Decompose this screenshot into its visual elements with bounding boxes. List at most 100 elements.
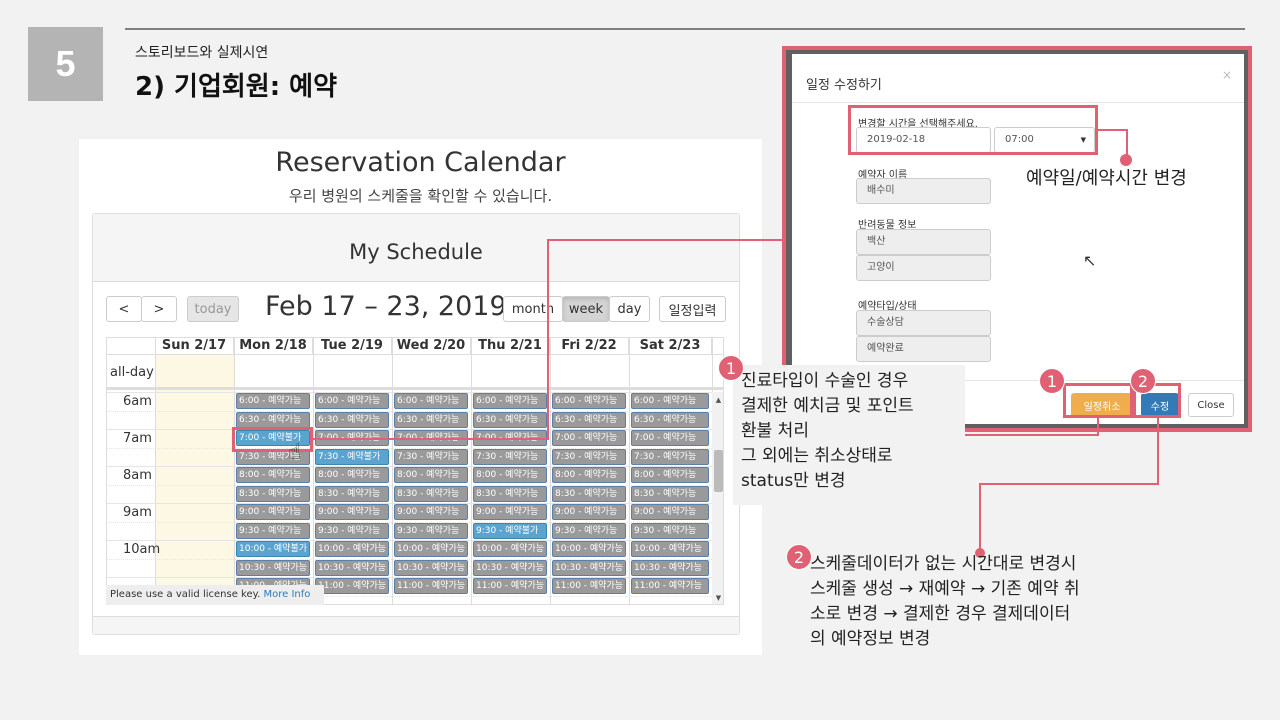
day-header: Fri 2/22 bbox=[550, 338, 629, 354]
schedule-event[interactable]: 10:30 - 예약가능 bbox=[236, 560, 310, 576]
cancel-button-highlight bbox=[1063, 383, 1133, 418]
today-button[interactable]: today bbox=[187, 296, 239, 322]
next-button[interactable]: > bbox=[141, 296, 177, 322]
schedule-event[interactable]: 10:30 - 예약가능 bbox=[315, 560, 389, 576]
schedule-event[interactable]: 6:00 - 예약가능 bbox=[315, 393, 389, 409]
schedule-event[interactable]: 9:30 - 예약가능 bbox=[394, 523, 468, 539]
date-range: Feb 17 – 23, 2019 bbox=[265, 291, 507, 322]
schedule-event[interactable]: 8:30 - 예약가능 bbox=[631, 486, 709, 502]
schedule-event[interactable]: 6:30 - 예약가능 bbox=[631, 412, 709, 428]
connector-line bbox=[313, 438, 549, 440]
schedule-event[interactable]: 6:00 - 예약가능 bbox=[394, 393, 468, 409]
scroll-thumb[interactable] bbox=[714, 450, 723, 492]
datetime-annotation: 예약일/예약시간 변경 bbox=[1026, 168, 1187, 189]
schedule-event[interactable]: 9:30 - 예약가능 bbox=[315, 523, 389, 539]
schedule-event[interactable]: 10:00 - 예약불가 bbox=[236, 541, 310, 557]
arrow-cursor-icon: ↖ bbox=[1083, 251, 1097, 270]
add-schedule-button[interactable]: 일정입력 bbox=[659, 296, 726, 322]
column-divider bbox=[629, 338, 630, 604]
schedule-event[interactable]: 11:00 - 예약가능 bbox=[315, 578, 389, 594]
schedule-event[interactable]: 10:00 - 예약가능 bbox=[631, 541, 709, 557]
scroll-down-icon[interactable]: ▼ bbox=[712, 592, 723, 604]
name-field: 배수미 bbox=[856, 178, 991, 204]
schedule-event[interactable]: 7:30 - 예약가능 bbox=[473, 449, 547, 465]
scroll-up-icon[interactable]: ▲ bbox=[712, 394, 723, 406]
schedule-event[interactable]: 8:00 - 예약가능 bbox=[315, 467, 389, 483]
schedule-event[interactable]: 9:00 - 예약가능 bbox=[236, 504, 310, 520]
modal-divider bbox=[792, 102, 1244, 103]
schedule-event[interactable]: 9:00 - 예약가능 bbox=[473, 504, 547, 520]
time-label: 6am bbox=[123, 394, 152, 409]
schedule-event[interactable]: 11:00 - 예약가능 bbox=[394, 578, 468, 594]
schedule-event[interactable]: 9:00 - 예약가능 bbox=[394, 504, 468, 520]
month-view-button[interactable]: month bbox=[503, 296, 563, 322]
schedule-event[interactable]: 6:30 - 예약가능 bbox=[394, 412, 468, 428]
schedule-event[interactable]: 6:30 - 예약가능 bbox=[236, 412, 310, 428]
schedule-event[interactable]: 6:00 - 예약가능 bbox=[552, 393, 626, 409]
schedule-event[interactable]: 10:00 - 예약가능 bbox=[473, 541, 547, 557]
slide-subtitle: 스토리보드와 실제시연 bbox=[135, 45, 269, 61]
schedule-event[interactable]: 7:00 - 예약가능 bbox=[552, 430, 626, 446]
schedule-event[interactable]: 10:30 - 예약가능 bbox=[473, 560, 547, 576]
schedule-event[interactable]: 9:30 - 예약가능 bbox=[631, 523, 709, 539]
annotation-one: 진료타입이 수술인 경우 결제한 예치금 및 포인트 환불 처리 그 외에는 취… bbox=[733, 365, 965, 505]
schedule-event[interactable]: 8:00 - 예약가능 bbox=[236, 467, 310, 483]
schedule-event[interactable]: 7:30 - 예약가능 bbox=[394, 449, 468, 465]
schedule-event[interactable]: 9:00 - 예약가능 bbox=[552, 504, 626, 520]
schedule-event[interactable]: 6:00 - 예약가능 bbox=[631, 393, 709, 409]
schedule-event[interactable]: 7:30 - 예약불가 bbox=[315, 449, 389, 465]
schedule-event[interactable]: 9:00 - 예약가능 bbox=[631, 504, 709, 520]
schedule-event[interactable]: 11:00 - 예약가능 bbox=[552, 578, 626, 594]
close-button[interactable]: Close bbox=[1188, 393, 1234, 417]
schedule-event[interactable]: 10:00 - 예약가능 bbox=[315, 541, 389, 557]
schedule-event[interactable]: 6:00 - 예약가능 bbox=[236, 393, 310, 409]
time-label: 8am bbox=[123, 468, 152, 483]
schedule-event[interactable]: 7:30 - 예약가능 bbox=[631, 449, 709, 465]
week-grid: all-day Sun 2/17 Mon 2/18 Tue 2/19 Wed 2/20… bbox=[106, 337, 724, 605]
schedule-event[interactable]: 8:30 - 예약가능 bbox=[236, 486, 310, 502]
schedule-event[interactable]: 8:30 - 예약가능 bbox=[552, 486, 626, 502]
schedule-event[interactable]: 9:00 - 예약가능 bbox=[315, 504, 389, 520]
schedule-event[interactable]: 8:30 - 예약가능 bbox=[394, 486, 468, 502]
schedule-event[interactable]: 10:30 - 예약가능 bbox=[631, 560, 709, 576]
schedule-event[interactable]: 8:00 - 예약가능 bbox=[473, 467, 547, 483]
schedule-event[interactable]: 10:00 - 예약가능 bbox=[552, 541, 626, 557]
schedule-event[interactable]: 10:30 - 예약가능 bbox=[394, 560, 468, 576]
schedule-event[interactable]: 11:00 - 예약가능 bbox=[473, 578, 547, 594]
schedule-event[interactable]: 8:00 - 예약가능 bbox=[631, 467, 709, 483]
column-divider bbox=[155, 338, 156, 604]
schedule-event[interactable]: 8:00 - 예약가능 bbox=[552, 467, 626, 483]
time-label: 7am bbox=[123, 431, 152, 446]
schedule-event[interactable]: 11:00 - 예약가능 bbox=[631, 578, 709, 594]
column-divider bbox=[234, 338, 235, 604]
calendar-subtitle: 우리 병원의 스케줄을 확인할 수 있습니다. bbox=[288, 187, 553, 205]
schedule-event[interactable]: 9:30 - 예약가능 bbox=[236, 523, 310, 539]
scrollbar[interactable]: ▲ ▼ bbox=[712, 392, 723, 604]
license-link[interactable]: More Info bbox=[263, 589, 310, 600]
day-view-button[interactable]: day bbox=[609, 296, 650, 322]
schedule-event[interactable]: 10:30 - 예약가능 bbox=[552, 560, 626, 576]
schedule-event[interactable]: 6:00 - 예약가능 bbox=[473, 393, 547, 409]
annotation-two-text: 스케줄데이터가 없는 시간대로 변경시 스케줄 생성 → 재예약 → 기존 예약… bbox=[810, 554, 1080, 649]
close-icon[interactable]: × bbox=[1222, 68, 1232, 82]
connector-line bbox=[979, 483, 981, 553]
prev-button[interactable]: < bbox=[106, 296, 142, 322]
schedule-event[interactable]: 7:00 - 예약가능 bbox=[631, 430, 709, 446]
day-header: Mon 2/18 bbox=[234, 338, 313, 354]
schedule-event[interactable]: 8:00 - 예약가능 bbox=[394, 467, 468, 483]
schedule-event[interactable]: 7:30 - 예약가능 bbox=[552, 449, 626, 465]
time-label: 10am bbox=[123, 542, 161, 557]
schedule-event[interactable]: 6:30 - 예약가능 bbox=[552, 412, 626, 428]
schedule-event[interactable]: 10:00 - 예약가능 bbox=[394, 541, 468, 557]
schedule-event[interactable]: 9:30 - 예약가능 bbox=[552, 523, 626, 539]
annotation-two-number: 2 bbox=[786, 544, 812, 570]
connector-line bbox=[1098, 129, 1128, 131]
schedule-event[interactable]: 8:30 - 예약가능 bbox=[473, 486, 547, 502]
schedule-event[interactable]: 8:30 - 예약가능 bbox=[315, 486, 389, 502]
connector-line bbox=[979, 483, 1159, 485]
schedule-event[interactable]: 6:30 - 예약가능 bbox=[315, 412, 389, 428]
schedule-heading: My Schedule bbox=[93, 214, 739, 282]
schedule-event[interactable]: 6:30 - 예약가능 bbox=[473, 412, 547, 428]
schedule-event[interactable]: 9:30 - 예약불가 bbox=[473, 523, 547, 539]
week-view-button[interactable]: week bbox=[562, 296, 610, 322]
